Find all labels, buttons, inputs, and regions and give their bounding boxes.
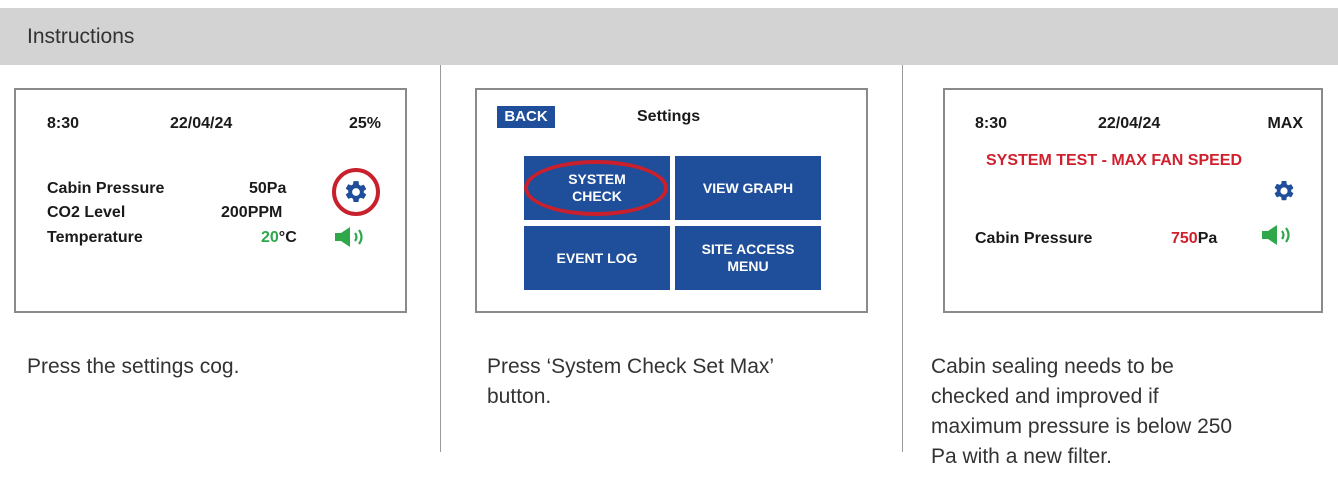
temperature-value: 20°C — [261, 229, 297, 246]
step-1-caption: Press the settings cog. — [27, 355, 240, 378]
step-3-caption: Cabin sealing needs to be checked and im… — [931, 355, 1233, 468]
date-readout: 22/04/24 — [170, 115, 233, 132]
gear-icon[interactable] — [1272, 179, 1296, 203]
date-readout: 22/04/24 — [1098, 115, 1161, 132]
gear-icon[interactable] — [343, 179, 369, 205]
site-access-menu-button[interactable]: SITE ACCESS MENU — [675, 226, 821, 290]
cabin-pressure-value: 750Pa — [1171, 230, 1218, 247]
cabin-pressure-label: Cabin Pressure — [975, 230, 1093, 247]
fan-level-readout: MAX — [1267, 115, 1303, 132]
system-test-screen-panel: 8:30 22/04/24 MAX SYSTEM TEST - MAX FAN … — [943, 88, 1323, 313]
settings-screen-panel: BACK Settings SYSTEM CHECK VIEW GRAPH EVE… — [475, 88, 868, 313]
system-test-alert: SYSTEM TEST - MAX FAN SPEED — [986, 152, 1243, 169]
back-button[interactable]: BACK — [497, 106, 555, 128]
view-graph-button[interactable]: VIEW GRAPH — [675, 156, 821, 220]
instructions-header: Instructions — [0, 8, 1338, 65]
temperature-label: Temperature — [47, 229, 143, 246]
settings-title: Settings — [637, 108, 701, 125]
column-divider — [440, 65, 441, 452]
header-title: Instructions — [27, 25, 135, 48]
fan-level-readout: 25% — [348, 115, 381, 132]
speaker-icon — [1260, 224, 1300, 246]
cabin-pressure-value: 50Pa — [249, 180, 287, 197]
speaker-icon — [333, 226, 373, 248]
co2-level-value: 200PPM — [221, 204, 283, 221]
highlight-ring — [524, 160, 668, 216]
time-readout: 8:30 — [47, 115, 80, 132]
column-divider — [902, 65, 903, 452]
event-log-button[interactable]: EVENT LOG — [524, 226, 670, 290]
step-2-caption: Press ‘System Check Set Max’ button. — [487, 355, 775, 408]
time-readout: 8:30 — [975, 115, 1008, 132]
cabin-pressure-label: Cabin Pressure — [47, 180, 165, 197]
co2-level-label: CO2 Level — [47, 204, 126, 221]
home-screen-panel: 8:30 22/04/24 25% Cabin Pressure 50Pa CO… — [14, 88, 407, 313]
